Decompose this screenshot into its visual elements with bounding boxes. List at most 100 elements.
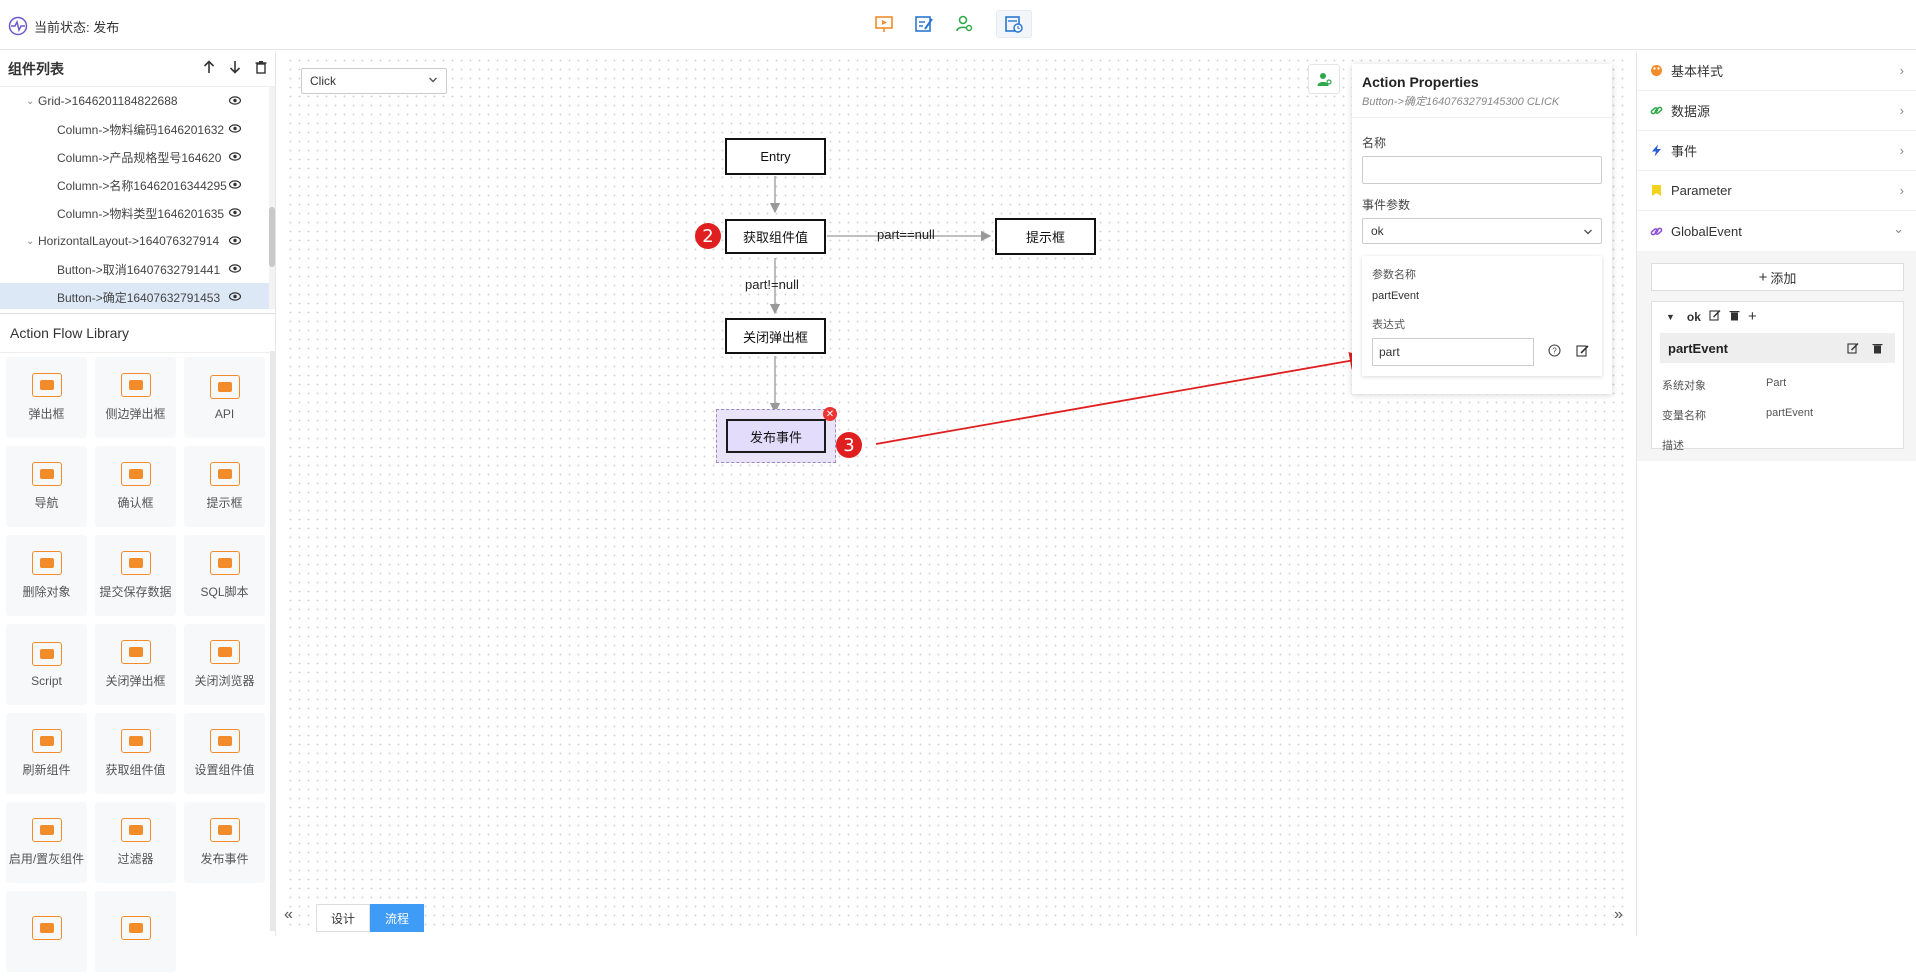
tree-item-column[interactable]: Column->名称16462016344295 (0, 171, 275, 199)
eye-icon[interactable] (229, 292, 241, 301)
tree-item-horizontal-layout[interactable]: ⌄ HorizontalLayout->164076327914 (0, 227, 275, 255)
remove-node-icon[interactable]: ✕ (823, 407, 837, 421)
eye-icon[interactable] (229, 124, 241, 133)
name-input[interactable] (1362, 156, 1602, 184)
ok-icon (120, 462, 151, 486)
link-icon (1649, 104, 1663, 118)
section-events[interactable]: 事件 › (1637, 131, 1916, 171)
schedule-button[interactable] (996, 10, 1032, 38)
delete-icon[interactable] (255, 60, 267, 77)
lib-item-close-popup[interactable]: 关闭弹出框 (95, 624, 176, 705)
navigate-icon (31, 462, 62, 486)
trash-icon[interactable] (1729, 309, 1740, 324)
lib-item-download[interactable] (95, 891, 176, 972)
flow-node-publish-event[interactable]: 发布事件 (716, 409, 836, 463)
collapse-caret-icon[interactable]: ⌄ (26, 96, 38, 107)
action-properties-header: Action Properties Button->确定164076327914… (1352, 64, 1612, 118)
tree-item-column[interactable]: Column->物料类型1646201635 (0, 199, 275, 227)
move-down-icon[interactable] (229, 60, 241, 77)
event-param-select[interactable]: ok (1362, 218, 1602, 244)
caret-down-icon[interactable]: ▼ (1666, 312, 1675, 322)
lib-item-link[interactable] (6, 891, 87, 972)
param-name-label: 参数名称 (1372, 269, 1416, 281)
chain-icon (1649, 224, 1663, 238)
lib-item-side-popup[interactable]: 侧边弹出框 (95, 357, 176, 438)
edit-expression-icon[interactable] (1576, 344, 1589, 360)
section-parameter[interactable]: Parameter › (1637, 171, 1916, 211)
tab-flow[interactable]: 流程 (370, 904, 424, 932)
tree-item-button-cancel[interactable]: Button->取消16407632791441 (0, 255, 275, 283)
trash-icon (31, 551, 62, 575)
lib-item-confirm[interactable]: 确认框 (95, 446, 176, 527)
lib-item-navigate[interactable]: 导航 (6, 446, 87, 527)
lib-item-popup[interactable]: 弹出框 (6, 357, 87, 438)
edge-label-not-null: part!=null (745, 277, 799, 292)
lib-item-submit[interactable]: 提交保存数据 (95, 535, 176, 616)
flow-node-entry[interactable]: Entry (725, 138, 826, 175)
eye-icon[interactable] (229, 236, 241, 245)
collapse-left-icon[interactable]: « (284, 906, 293, 924)
preview-button[interactable] (870, 10, 898, 38)
api-icon (209, 374, 240, 399)
tree-item-button-confirm[interactable]: Button->确定16407632791453 (0, 283, 275, 309)
move-up-icon[interactable] (203, 60, 215, 77)
flow-node-toast[interactable]: 提示框 (995, 218, 1096, 255)
flow-node-get-value[interactable]: 获取组件值 (725, 219, 826, 254)
tab-design[interactable]: 设计 (316, 904, 370, 932)
eye-icon[interactable] (229, 264, 241, 273)
tree-scrollbar[interactable] (269, 87, 275, 309)
lightning-icon (1649, 144, 1663, 158)
collapse-caret-icon[interactable]: ⌄ (26, 236, 38, 247)
section-data-source[interactable]: 数据源 › (1637, 91, 1916, 131)
lib-item-enable-disable[interactable]: 启用/置灰组件 (6, 802, 87, 883)
assign-user-button[interactable] (1308, 64, 1340, 94)
right-panel: 基本样式 › 数据源 › 事件 › Parameter › GlobalEven… (1636, 51, 1916, 936)
chevron-down-icon: ⌄ (1893, 221, 1904, 236)
event-select[interactable]: Click (301, 68, 447, 94)
left-scrollbar[interactable] (270, 351, 276, 931)
lib-item-get-value[interactable]: 获取组件值 (95, 713, 176, 794)
eye-icon[interactable] (229, 152, 241, 161)
lib-item-sql[interactable]: SQL脚本 (184, 535, 265, 616)
left-panel: 组件列表 ⌄ Grid->1646201184822688 Column->物料… (0, 51, 276, 972)
chevron-right-icon: › (1899, 183, 1904, 198)
lib-item-publish-event[interactable]: 发布事件 (184, 802, 265, 883)
lib-item-close-browser[interactable]: 关闭浏览器 (184, 624, 265, 705)
param-row-variable-name: 变量名称 partEvent (1662, 407, 1814, 422)
tree-item-column[interactable]: Column->产品规格型号164620 (0, 143, 275, 171)
user-gear-icon (956, 15, 973, 32)
sql-icon (209, 551, 240, 575)
collapse-right-icon[interactable]: » (1614, 906, 1623, 924)
library-title: Action Flow Library (0, 313, 275, 353)
side-popup-icon (120, 373, 151, 397)
lib-item-set-value[interactable]: 设置组件值 (184, 713, 265, 794)
flow-node-close-popup[interactable]: 关闭弹出框 (725, 318, 826, 354)
action-properties-subtitle: Button->确定1640763279145300 CLICK (1362, 96, 1560, 108)
edit-button[interactable] (910, 10, 938, 38)
tree-item-column[interactable]: Column->物料编码1646201632 (0, 115, 275, 143)
tree-item-grid[interactable]: ⌄ Grid->1646201184822688 (0, 87, 275, 115)
eye-icon[interactable] (229, 208, 241, 217)
lib-item-script[interactable]: Script (6, 624, 87, 705)
edit-icon[interactable] (1709, 309, 1721, 324)
section-basic-style[interactable]: 基本样式 › (1637, 51, 1916, 91)
chevron-right-icon: › (1899, 143, 1904, 158)
edit-icon[interactable] (1847, 342, 1859, 357)
add-global-event-button[interactable]: + 添加 (1651, 263, 1904, 291)
expression-input[interactable]: part (1372, 338, 1534, 366)
lib-item-api[interactable]: API (184, 357, 265, 438)
eye-icon[interactable] (229, 96, 241, 105)
upload-icon (120, 551, 151, 575)
filter-icon (120, 818, 151, 842)
lib-item-refresh[interactable]: 刷新组件 (6, 713, 87, 794)
pulse-icon (8, 16, 28, 36)
lib-item-toast[interactable]: 提示框 (184, 446, 265, 527)
section-global-event[interactable]: GlobalEvent ⌄ (1637, 211, 1916, 251)
help-icon[interactable]: ? (1548, 344, 1561, 360)
user-settings-button[interactable] (950, 10, 978, 38)
trash-icon[interactable] (1872, 342, 1883, 357)
lib-item-filter[interactable]: 过滤器 (95, 802, 176, 883)
lib-item-delete[interactable]: 删除对象 (6, 535, 87, 616)
eye-icon[interactable] (229, 180, 241, 189)
add-param-icon[interactable]: + (1748, 308, 1757, 325)
